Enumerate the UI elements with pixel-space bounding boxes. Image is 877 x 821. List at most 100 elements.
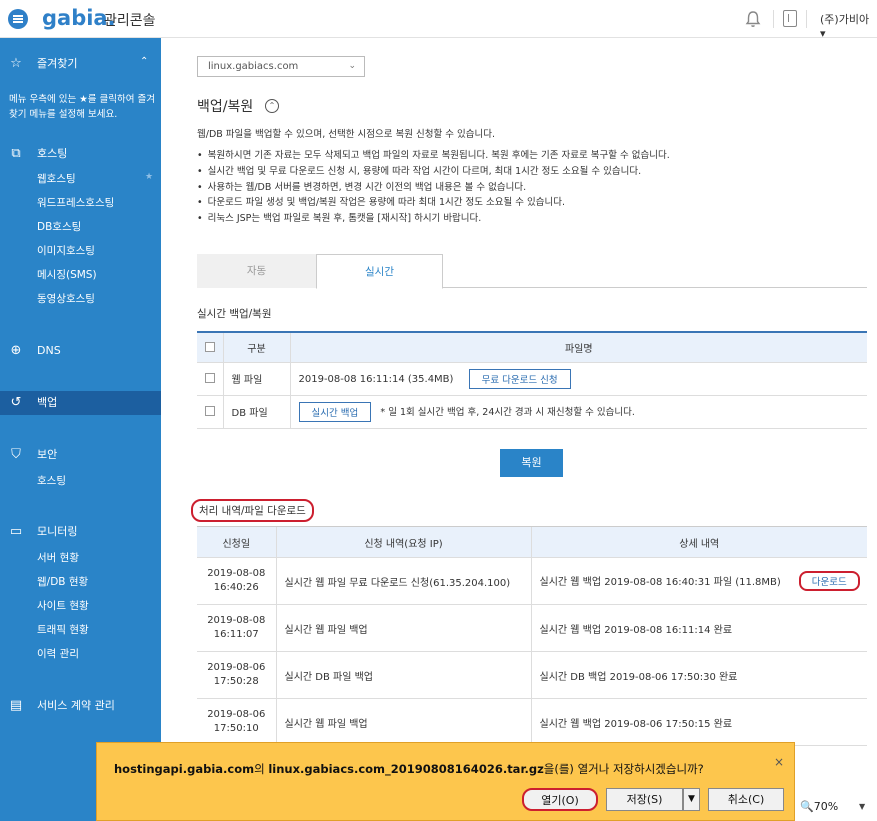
history-title: 처리 내역/파일 다운로드 <box>191 499 314 522</box>
time-text: 17:50:10 <box>213 723 259 734</box>
column-header: 파일명 <box>289 331 867 363</box>
globe-icon: ⊕ <box>10 343 22 358</box>
favorite-star-icon[interactable]: ★ <box>145 172 153 182</box>
date-text: 2019-08-08 <box>207 568 266 579</box>
sidebar-item-db-hosting[interactable]: DB호스팅 <box>37 219 81 234</box>
date-text: 2019-08-06 <box>207 709 266 720</box>
notice-list: 복원하시면 기존 자료는 모두 삭제되고 백업 파일의 자료로 복원됩니다. 복… <box>197 148 670 227</box>
sidebar-item-label: 서비스 계약 관리 <box>37 699 115 712</box>
history-icon: ↺ <box>10 395 22 410</box>
checkbox-cell <box>197 362 223 396</box>
sidebar-item-dns[interactable]: ⊕ DNS <box>0 339 161 363</box>
request-date: 2019-08-06 17:50:10 <box>197 698 276 746</box>
backup-note: * 일 1회 실시간 백업 후, 24시간 경과 시 재신청할 수 있습니다. <box>380 406 635 418</box>
request-date: 2019-08-08 16:11:07 <box>197 604 276 652</box>
close-icon[interactable]: × <box>774 755 784 769</box>
divider <box>773 10 774 28</box>
free-download-request-button[interactable]: 무료 다운로드 신청 <box>468 368 571 389</box>
sidebar-item-favorites[interactable]: ☆ 즐겨찾기 ⌃ <box>0 52 161 76</box>
select-all-checkbox[interactable] <box>204 341 215 352</box>
domain-value: linux.gabiacs.com <box>208 61 299 72</box>
sidebar-item-web-db-status[interactable]: 웹/DB 현황 <box>37 574 88 589</box>
domain-select[interactable]: linux.gabiacs.com ⌄ <box>197 56 365 77</box>
save-options-dropdown[interactable]: ▼ <box>683 788 700 811</box>
sidebar-item-label: 호스팅 <box>37 147 68 160</box>
console-title: 관리콘솔 <box>104 13 156 29</box>
menu-icon[interactable] <box>8 9 28 29</box>
restore-button[interactable]: 복원 <box>500 449 563 477</box>
row-checkbox[interactable] <box>204 406 215 416</box>
user-menu[interactable]: (주)가비아 ▾ <box>820 11 877 40</box>
date-text: 2019-08-06 <box>207 662 266 673</box>
table-header-row: 신청일 신청 내역(요청 IP) 상세 내역 <box>197 526 867 558</box>
file-cell: 실시간 백업 * 일 1회 실시간 백업 후, 24시간 경과 시 재신청할 수… <box>289 395 867 429</box>
sidebar-item-server-status[interactable]: 서버 현황 <box>37 550 79 565</box>
chevron-down-icon[interactable]: ▼ <box>859 802 865 811</box>
request-date: 2019-08-06 17:50:28 <box>197 651 276 699</box>
cancel-button[interactable]: 취소(C) <box>708 788 784 811</box>
tab-realtime[interactable]: 실시간 <box>316 254 443 289</box>
sidebar-item-image-hosting[interactable]: 이미지호스팅 <box>37 243 95 258</box>
select-all-cell <box>197 331 223 363</box>
sidebar-item-backup[interactable]: ↺ 백업 <box>0 391 161 415</box>
sidebar-item-history[interactable]: 이력 관리 <box>37 646 79 661</box>
sidebar-item-video-hosting[interactable]: 동영상호스팅 <box>37 291 95 306</box>
sidebar-item-label: DNS <box>37 344 61 357</box>
sidebar-item-label: 백업 <box>37 396 58 409</box>
chevron-up-icon[interactable]: ⌃ <box>265 99 279 113</box>
sidebar-item-hosting[interactable]: ⧉ 호스팅 <box>0 142 161 166</box>
download-host: hostingapi.gabia.com <box>114 762 255 776</box>
sidebar-item-contract[interactable]: ▤ 서비스 계약 관리 <box>0 694 161 718</box>
time-text: 16:40:26 <box>213 582 259 593</box>
backup-table: 구분 파일명 웹 파일 2019-08-08 16:11:14 (35.4MB)… <box>197 331 867 429</box>
notice-item: 실시간 백업 및 무료 다운로드 신청 시, 용량에 따라 작업 시간이 다르며… <box>197 164 670 180</box>
sidebar-item-site-status[interactable]: 사이트 현황 <box>37 598 89 613</box>
sidebar-item-wordpress-hosting[interactable]: 워드프레스호스팅 <box>37 195 114 210</box>
result-detail: 실시간 웹 백업 2019-08-08 16:40:31 파일 (11.8MB)… <box>530 557 867 605</box>
file-name: 2019-08-08 16:11:14 (35.4MB) <box>298 373 454 385</box>
sidebar-item-security-hosting[interactable]: 호스팅 <box>37 473 66 488</box>
document-icon: ▤ <box>9 698 23 713</box>
notice-item: 사용하는 웹/DB 서버를 변경하면, 변경 시간 이전의 백업 내용은 볼 수… <box>197 180 670 196</box>
main-content: linux.gabiacs.com ⌄ 백업/복원 ⌃ 웹/DB 파일을 백업할… <box>161 38 877 821</box>
request-detail: 실시간 DB 파일 백업 <box>275 651 531 699</box>
open-button[interactable]: 열기(O) <box>522 788 598 811</box>
row-checkbox[interactable] <box>204 373 215 383</box>
download-question: 을(를) 열거나 저장하시겠습니까? <box>543 762 704 776</box>
save-button[interactable]: 저장(S) <box>606 788 683 811</box>
realtime-backup-button[interactable]: 실시간 백업 <box>298 401 372 422</box>
chevron-down-icon: ⌄ <box>348 61 356 71</box>
table-row: 2019-08-06 17:50:28 실시간 DB 파일 백업 실시간 DB 백… <box>197 651 867 699</box>
sidebar-item-web-hosting[interactable]: 웹호스팅 <box>37 171 76 186</box>
notice-item: 복원하시면 기존 자료는 모두 삭제되고 백업 파일의 자료로 복원됩니다. 복… <box>197 148 670 164</box>
result-detail: 실시간 DB 백업 2019-08-06 17:50:30 완료 <box>530 651 867 699</box>
file-type: DB 파일 <box>222 395 290 429</box>
request-date: 2019-08-08 16:40:26 <box>197 557 276 605</box>
page-title: 백업/복원 <box>197 99 254 115</box>
download-prompt: hostingapi.gabia.com의 linux.gabiacs.com_… <box>114 761 704 777</box>
sidebar-item-traffic-status[interactable]: 트래픽 현황 <box>37 622 89 637</box>
sidebar-item-label: 모니터링 <box>37 525 78 538</box>
sidebar-item-monitoring[interactable]: ▭ 모니터링 <box>0 520 161 544</box>
date-text: 2019-08-08 <box>207 615 266 626</box>
sidebar-item-sms[interactable]: 메시징(SMS) <box>37 267 97 282</box>
column-header: 신청 내역(요청 IP) <box>275 526 531 558</box>
download-button[interactable]: 다운로드 <box>798 571 860 591</box>
download-filename: linux.gabiacs.com_20190808164026.tar.gz <box>268 762 544 776</box>
notice-icon[interactable] <box>783 10 797 27</box>
zoom-control[interactable]: 🔍70% <box>800 800 838 813</box>
request-detail: 실시간 웹 파일 백업 <box>275 604 531 652</box>
monitor-icon: ▭ <box>9 524 23 539</box>
tab-auto[interactable]: 자동 <box>197 254 316 288</box>
favorites-note: 메뉴 우측에 있는 ★를 클릭하여 즐겨찾기 메뉴를 설정해 보세요. <box>9 94 155 120</box>
download-notification-bar: hostingapi.gabia.com의 linux.gabiacs.com_… <box>96 742 795 821</box>
column-header: 구분 <box>222 331 290 363</box>
chevron-up-icon[interactable]: ⌃ <box>140 56 148 67</box>
result-detail: 실시간 웹 백업 2019-08-08 16:11:14 완료 <box>530 604 867 652</box>
sidebar-item-security[interactable]: ⛉ 보안 <box>0 443 161 467</box>
file-cell: 2019-08-08 16:11:14 (35.4MB) 무료 다운로드 신청 <box>289 362 867 396</box>
checkbox-cell <box>197 395 223 429</box>
zoom-icon: 🔍 <box>800 800 814 813</box>
bell-icon[interactable] <box>745 10 761 28</box>
top-bar: gabia. 관리콘솔 (주)가비아 ▾ <box>0 0 877 40</box>
